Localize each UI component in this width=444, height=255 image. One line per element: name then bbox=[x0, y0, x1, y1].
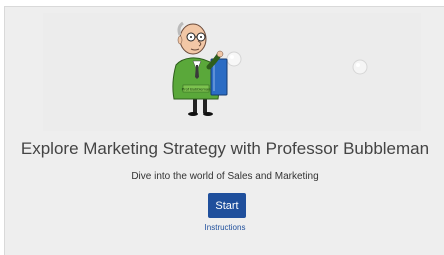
hero-illustration: Prof Bubbleman bbox=[43, 13, 421, 131]
game-frame: Prof Bubbleman Explore Marketing Strateg… bbox=[4, 6, 444, 255]
hero-scene: Prof Bubbleman bbox=[172, 21, 368, 116]
svg-text:Prof Bubbleman: Prof Bubbleman bbox=[182, 87, 211, 92]
page-subtitle: Dive into the world of Sales and Marketi… bbox=[131, 171, 319, 182]
start-button[interactable]: Start bbox=[208, 193, 246, 218]
bubble-icon bbox=[352, 59, 368, 75]
professor-bubbleman-icon: Prof Bubbleman bbox=[172, 21, 228, 116]
bubble-icon bbox=[226, 51, 242, 67]
page-title: Explore Marketing Strategy with Professo… bbox=[20, 139, 430, 158]
instructions-link[interactable]: Instructions bbox=[5, 223, 444, 232]
